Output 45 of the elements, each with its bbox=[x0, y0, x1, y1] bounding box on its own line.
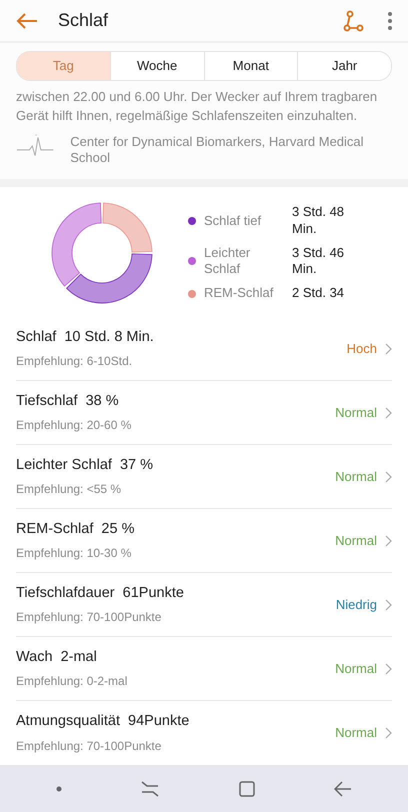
metric-title: Wach 2-mal bbox=[16, 648, 98, 667]
legend-value: 3 Std. 46 Min. bbox=[292, 244, 346, 278]
status-label: Normal bbox=[335, 660, 377, 678]
back-nav-icon[interactable] bbox=[334, 780, 352, 797]
metric-title: REM-Schlaf 25 % bbox=[16, 520, 134, 539]
chevron-icon[interactable] bbox=[385, 662, 392, 675]
recommendation-text: Empfehlung: 70-100Punkte bbox=[16, 609, 162, 626]
back-icon[interactable] bbox=[16, 12, 38, 30]
period-tab[interactable]: Jahr bbox=[297, 52, 391, 80]
more-icon[interactable] bbox=[388, 12, 392, 30]
recommendation-text: Empfehlung: <55 % bbox=[16, 481, 122, 498]
status-label: Normal bbox=[335, 468, 377, 486]
info-text: zwischen 22.00 und 6.00 Uhr. Der Wecker auf Ihrem tragbaren Gerät hilft Ihnen, regelmäßige Schlafenszeiten einzuhalten. bbox=[16, 88, 378, 126]
recommendation-text: Empfehlung: 20-60 % bbox=[16, 417, 132, 434]
recommendation-text: Empfehlung: 70-100Punkte bbox=[16, 738, 162, 755]
status-label: Niedrig bbox=[336, 596, 377, 614]
metric-title: Tiefschlaf 38 % bbox=[16, 392, 120, 411]
status-label: Normal bbox=[335, 724, 377, 742]
status-label: Normal bbox=[335, 404, 377, 422]
legend-value: 3 Std. 48 Min. bbox=[292, 204, 346, 237]
legend-value: 2 Std. 34 bbox=[292, 285, 346, 302]
chevron-icon[interactable] bbox=[385, 534, 392, 547]
source-text: Center for Dynamical Biomarkers, Harvard Medical School bbox=[70, 134, 365, 168]
chevron-icon[interactable] bbox=[385, 727, 392, 740]
chevron-icon[interactable] bbox=[385, 470, 392, 483]
legend-label: Leichter Schlaf bbox=[204, 244, 252, 278]
recommendation-text: Empfehlung: 10-30 % bbox=[16, 545, 132, 562]
share-icon[interactable] bbox=[342, 10, 364, 32]
recommendation-text: Empfehlung: 6-10Std. bbox=[16, 353, 134, 370]
legend-label: REM-Schlaf bbox=[204, 285, 274, 302]
status-label: Normal bbox=[335, 532, 377, 550]
metric-title: Leichter Schlaf 37 % bbox=[16, 456, 154, 475]
recommendation-text: Empfehlung: 0-2-mal bbox=[16, 673, 128, 690]
legend-label: Schlaf tief bbox=[204, 212, 262, 229]
status-label: Hoch bbox=[346, 340, 377, 358]
chevron-icon[interactable] bbox=[385, 342, 392, 355]
recent-apps-icon[interactable] bbox=[141, 780, 160, 797]
chevron-icon[interactable] bbox=[385, 598, 392, 611]
chevron-icon[interactable] bbox=[385, 406, 392, 419]
home-icon[interactable] bbox=[238, 780, 255, 797]
metric-title: Tiefschlafdauer 61Punkte bbox=[16, 584, 184, 603]
metric-title: Atmungsqualität 94Punkte bbox=[16, 712, 190, 732]
metric-title: Schlaf 10 Std. 8 Min. bbox=[16, 328, 154, 347]
dot-icon[interactable] bbox=[56, 786, 62, 792]
page-title: Schlaf bbox=[58, 9, 108, 32]
